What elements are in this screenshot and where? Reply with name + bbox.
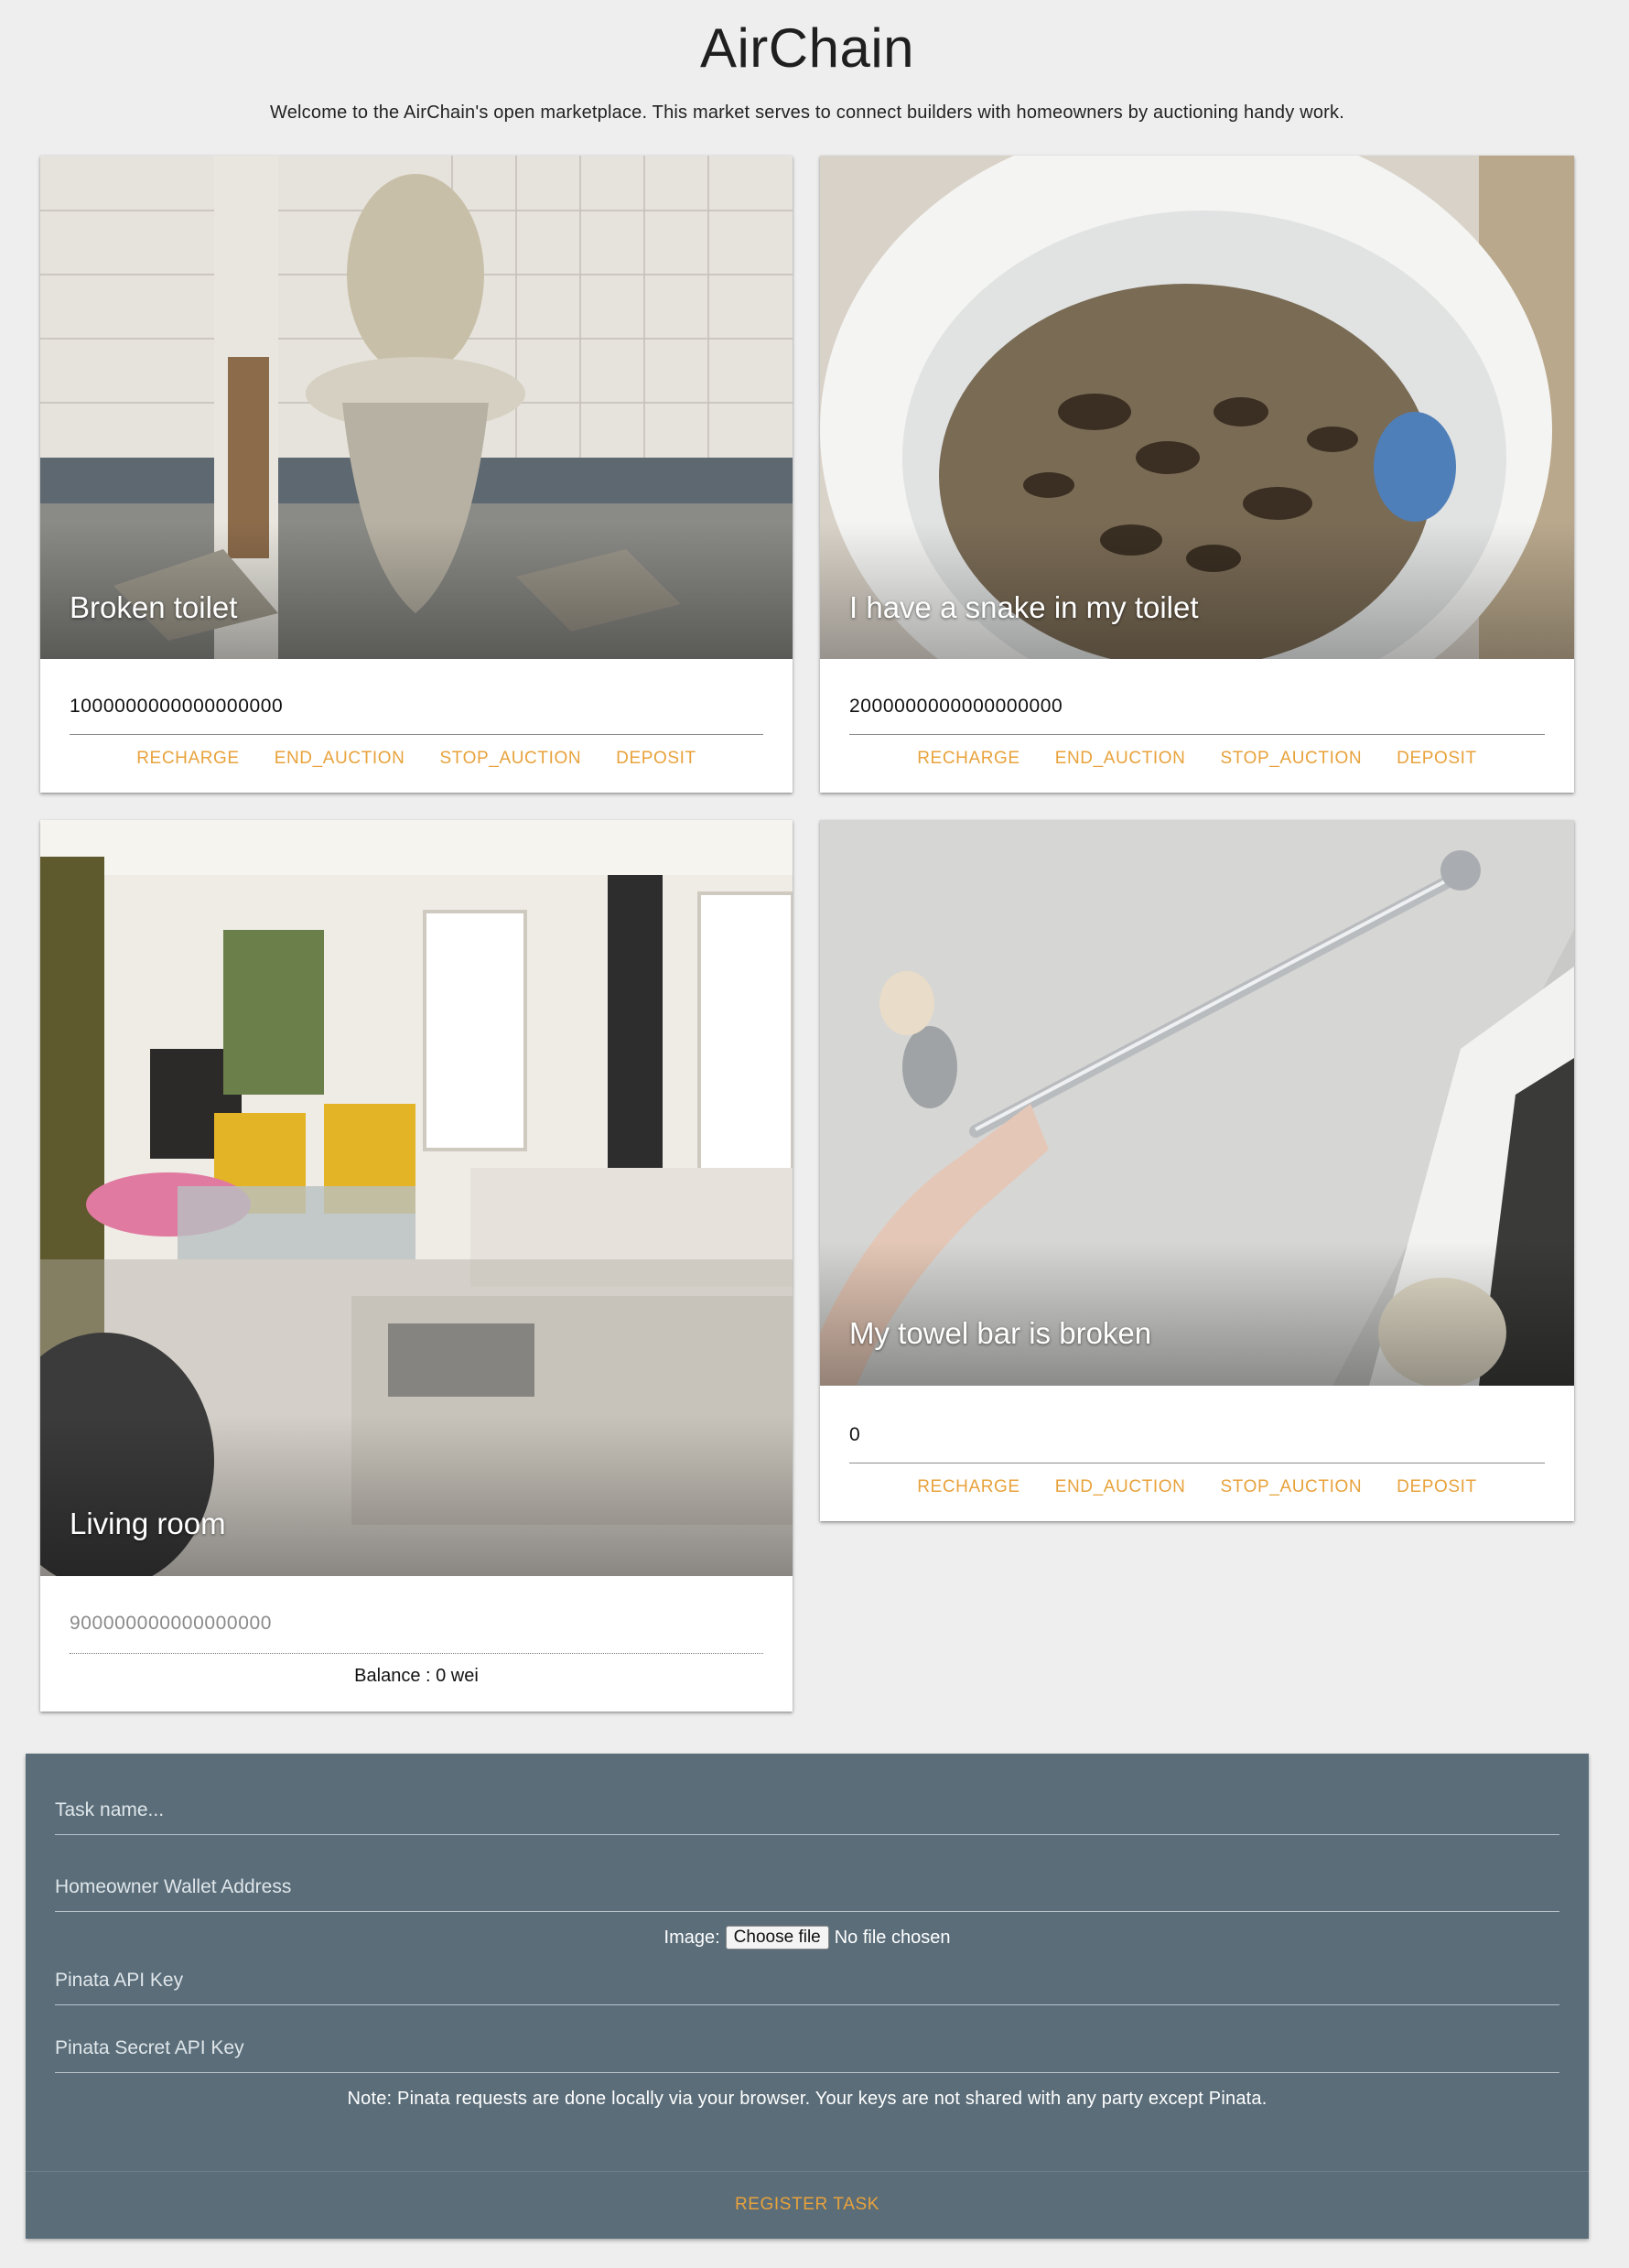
divider <box>849 734 1545 735</box>
task-bid-value: 2000000000000000000 <box>849 696 1063 717</box>
task-card-snake-toilet: I have a snake in my toilet 200000000000… <box>820 156 1574 793</box>
image-label: Image: <box>663 1927 720 1948</box>
end-auction-button[interactable]: END_AUCTION <box>1055 747 1186 771</box>
task-bid-value: 0 <box>849 1424 861 1445</box>
choose-file-button[interactable]: Choose file <box>725 1926 829 1949</box>
divider <box>26 2171 1589 2172</box>
register-task-button[interactable]: REGISTER TASK <box>735 2195 879 2215</box>
pinata-secret-key-input[interactable] <box>55 2036 1559 2061</box>
homeowner-wallet-input[interactable] <box>55 1874 1559 1900</box>
task-image-snake-toilet: I have a snake in my toilet <box>820 156 1574 659</box>
stop-auction-button[interactable]: STOP_AUCTION <box>440 747 582 771</box>
input-underline <box>55 1911 1559 1912</box>
stop-auction-button[interactable]: STOP_AUCTION <box>1221 1475 1363 1499</box>
stop-auction-button[interactable]: STOP_AUCTION <box>1221 747 1363 771</box>
recharge-button[interactable]: RECHARGE <box>917 1475 1019 1499</box>
deposit-button[interactable]: DEPOSIT <box>1397 747 1477 771</box>
pinata-api-key-input[interactable] <box>55 1968 1559 1993</box>
bid-amount-input[interactable]: 900000000000000000 <box>70 1613 272 1635</box>
page-subtitle: Welcome to the AirChain's open marketpla… <box>270 103 1344 123</box>
divider <box>70 1653 763 1654</box>
balance-text: Balance : 0 wei <box>354 1666 479 1686</box>
recharge-button[interactable]: RECHARGE <box>136 747 239 771</box>
page-title: AirChain <box>699 17 915 79</box>
input-underline <box>55 2004 1559 2005</box>
task-image-towel-bar: My towel bar is broken <box>820 820 1574 1386</box>
recharge-button[interactable]: RECHARGE <box>917 747 1019 771</box>
input-underline <box>55 2072 1559 2073</box>
task-title: Broken toilet <box>70 590 238 624</box>
task-name-input[interactable] <box>55 1798 1559 1823</box>
task-title: I have a snake in my toilet <box>849 590 1199 624</box>
task-card-towel-bar: My towel bar is broken 0 RECHARGE END_AU… <box>820 820 1574 1521</box>
pinata-note: Note: Pinata requests are done locally v… <box>347 2089 1268 2109</box>
file-status: No file chosen <box>834 1927 951 1948</box>
task-image-broken-toilet: Broken toilet <box>40 156 793 659</box>
task-title: Living room <box>70 1507 226 1540</box>
deposit-button[interactable]: DEPOSIT <box>616 747 696 771</box>
task-title: My towel bar is broken <box>849 1316 1152 1350</box>
task-bid-value: 1000000000000000000 <box>70 696 284 717</box>
task-image-living-room: Living room <box>40 820 793 1576</box>
register-task-form: Image: Choose file No file chosen Note: … <box>26 1754 1589 2239</box>
task-card-broken-toilet: Broken toilet 1000000000000000000 RECHAR… <box>40 156 793 793</box>
end-auction-button[interactable]: END_AUCTION <box>1055 1475 1186 1499</box>
deposit-button[interactable]: DEPOSIT <box>1397 1475 1477 1499</box>
end-auction-button[interactable]: END_AUCTION <box>275 747 405 771</box>
task-card-living-room: Living room 900000000000000000 Balance :… <box>40 820 793 1712</box>
divider <box>70 734 763 735</box>
input-underline <box>55 1834 1559 1835</box>
